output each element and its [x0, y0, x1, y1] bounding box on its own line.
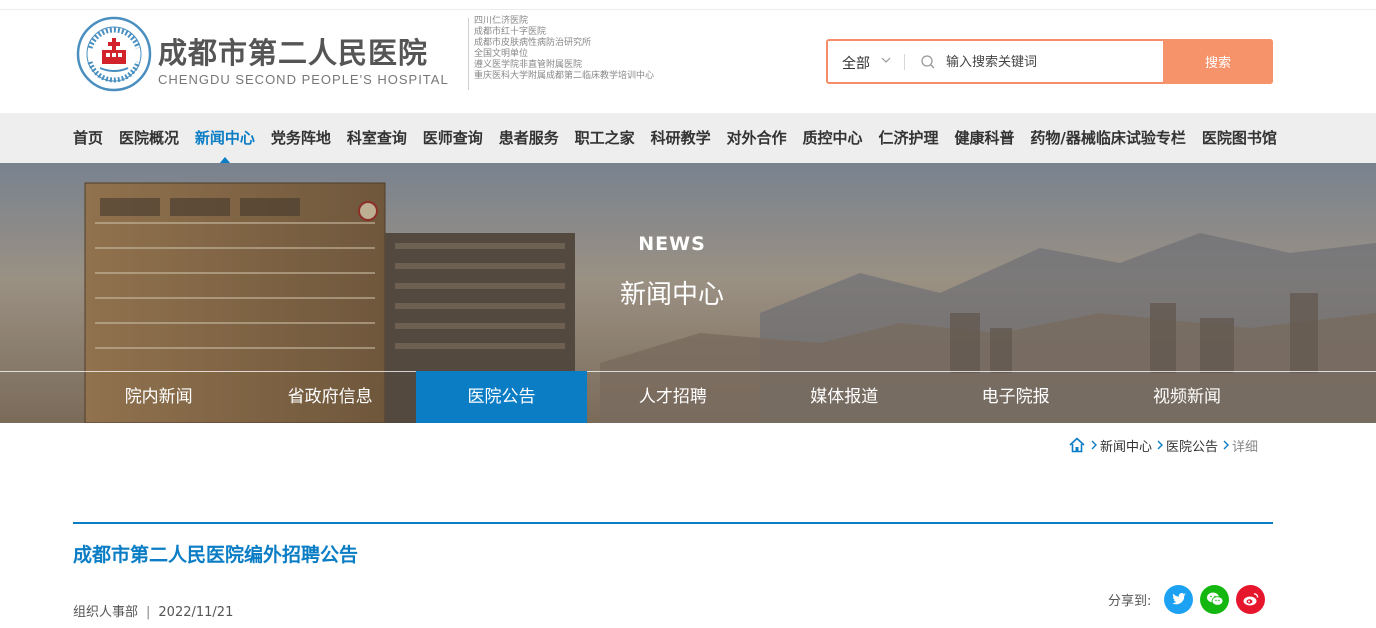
hospital-logo[interactable]: 成都市第二人民医院 CHENGDU SECOND PEOPLE'S HOSPIT… [76, 16, 686, 96]
banner-title-en: NEWS [638, 233, 706, 255]
nav-item-nursing[interactable]: 仁济护理 [878, 113, 938, 163]
breadcrumb: 新闻中心 医院公告 详细 [1068, 436, 1259, 455]
search-icon [921, 55, 935, 69]
share-wechat-button[interactable] [1200, 584, 1230, 614]
share-bar: 分享到: [1108, 584, 1266, 614]
nav-item-home[interactable]: 首页 [73, 113, 103, 163]
share-twitter-button[interactable] [1164, 584, 1194, 614]
share-label: 分享到: [1108, 593, 1152, 609]
news-banner: NEWS 新闻中心 院内新闻 省政府信息 医院公告 人才招聘 媒体报道 电子院报… [0, 163, 1376, 423]
nav-item-library[interactable]: 医院图书馆 [1202, 113, 1277, 163]
nav-item-clinical-trials[interactable]: 药物/器械临床试验专栏 [1030, 113, 1185, 163]
nav-item-quality[interactable]: 质控中心 [803, 113, 863, 163]
article-author: 组织人事部 [73, 605, 139, 620]
affiliated-name: 四川仁济医院 [474, 16, 529, 26]
nav-item-patient-services[interactable]: 患者服务 [499, 113, 559, 163]
chevron-right-icon [1091, 440, 1097, 450]
home-icon[interactable] [1068, 436, 1086, 454]
nav-item-health[interactable]: 健康科普 [954, 113, 1014, 163]
nav-item-staff[interactable]: 职工之家 [575, 113, 635, 163]
chevron-right-icon [1223, 440, 1230, 450]
subnav-item-announcements[interactable]: 医院公告 [415, 371, 588, 423]
affiliated-name: 重庆医科大学附属成都第二临床教学培训中心 [474, 71, 655, 81]
search-bar: 全部 搜索 [826, 39, 1273, 84]
chevron-right-icon [1157, 440, 1164, 450]
article-meta: 组织人事部 | 2022/11/21 [73, 601, 233, 620]
nav-item-doctors[interactable]: 医师查询 [423, 113, 483, 163]
affiliated-name: 成都市皮肤病性病防治研究所 [474, 38, 592, 48]
twitter-icon [1171, 593, 1186, 605]
search-category-select[interactable]: 全部 [842, 53, 870, 73]
banner-title-cn: 新闻中心 [619, 280, 724, 310]
search-button[interactable]: 搜索 [1163, 39, 1273, 84]
share-weibo-button[interactable] [1236, 584, 1266, 614]
nav-item-departments[interactable]: 科室查询 [347, 113, 407, 163]
wechat-icon [1206, 592, 1224, 606]
main-nav: 首页 医院概况 新闻中心 党务阵地 科室查询 医师查询 患者服务 职工之家 科研… [0, 113, 1376, 164]
hospital-seal-icon [76, 16, 152, 92]
nav-item-cooperation[interactable]: 对外合作 [727, 113, 787, 163]
subnav-item-recruitment[interactable]: 人才招聘 [587, 371, 758, 423]
weibo-icon [1243, 593, 1259, 606]
hospital-name-cn: 成都市第二人民医院 [158, 36, 429, 70]
search-divider [904, 54, 905, 70]
article-date: 2022/11/21 [158, 605, 234, 620]
breadcrumb-current: 详细 [1232, 439, 1259, 455]
logo-divider [468, 18, 469, 90]
nav-item-news[interactable]: 新闻中心 [194, 113, 255, 164]
subnav-item-label: 医院公告 [467, 387, 536, 407]
nav-item-about[interactable]: 医院概况 [119, 113, 179, 163]
top-strip [0, 0, 1376, 10]
meta-separator: | [146, 605, 151, 620]
article-title: 成都市第二人民医院编外招聘公告 [73, 544, 359, 566]
breadcrumb-announcements[interactable]: 医院公告 [1166, 436, 1218, 455]
nav-item-research[interactable]: 科研教学 [651, 113, 711, 163]
sub-nav: 院内新闻 省政府信息 医院公告 人才招聘 媒体报道 电子院报 视频新闻 [73, 371, 1273, 423]
article-top-rule [73, 522, 1273, 524]
affiliated-name: 成都市红十字医院 [474, 27, 547, 37]
affiliated-name: 全国文明单位 [474, 49, 529, 59]
affiliated-names: 四川仁济医院 成都市红十字医院 成都市皮肤病性病防治研究所 全国文明单位 遵义医… [474, 16, 654, 82]
breadcrumb-news[interactable]: 新闻中心 [1100, 436, 1152, 455]
search-input[interactable] [946, 49, 1156, 75]
subnav-item-internal-news[interactable]: 院内新闻 [73, 371, 244, 423]
affiliated-name: 遵义医学院非直管附属医院 [474, 60, 583, 70]
subnav-item-government-info[interactable]: 省政府信息 [244, 371, 415, 423]
hospital-name-en: CHENGDU SECOND PEOPLE'S HOSPITAL [158, 72, 449, 87]
nav-item-party[interactable]: 党务阵地 [271, 113, 331, 163]
header: 成都市第二人民医院 CHENGDU SECOND PEOPLE'S HOSPIT… [0, 10, 1376, 113]
subnav-item-e-newspaper[interactable]: 电子院报 [930, 371, 1101, 423]
subnav-item-media[interactable]: 媒体报道 [759, 371, 930, 423]
nav-item-label: 新闻中心 [194, 129, 255, 147]
chevron-down-icon[interactable] [880, 54, 892, 66]
subnav-item-video-news[interactable]: 视频新闻 [1101, 371, 1272, 423]
